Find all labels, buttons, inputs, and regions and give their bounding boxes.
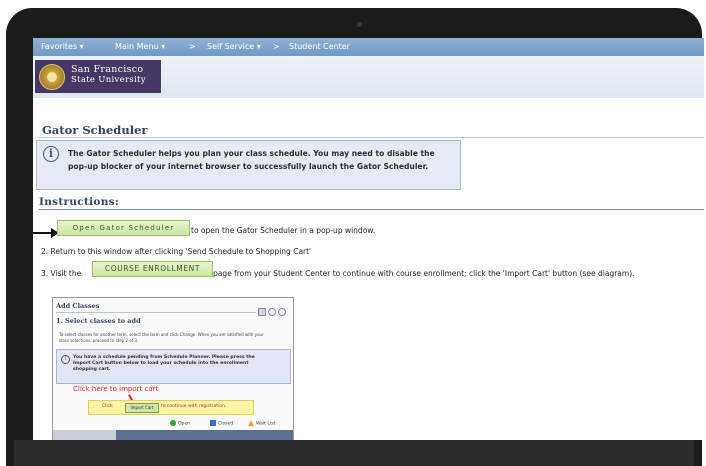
continue-label: to continue with registration.	[161, 404, 227, 409]
import-cart-callout: Click here to import cart	[73, 385, 159, 393]
legend-wait-list: Wait List	[248, 420, 275, 427]
step-3-icon	[278, 308, 286, 316]
course-enrollment-button[interactable]: COURSE ENROLLMENT	[92, 261, 213, 277]
self-service-menu[interactable]: Self Service ▾	[207, 42, 261, 51]
step-1-icon	[258, 308, 266, 316]
main-menu[interactable]: Main Menu ▾	[115, 42, 165, 51]
open-status-icon	[170, 420, 176, 426]
import-cart-bar: Click Import Cart to continue with regis…	[88, 400, 254, 415]
diagram-table-header-dark	[116, 430, 293, 440]
laptop-bottom-bezel	[14, 440, 694, 466]
logo-line-1: San Francisco	[71, 64, 144, 75]
open-gator-scheduler-button[interactable]: Open Gator Scheduler	[57, 220, 190, 236]
step3-text: page from your Student Center to continu…	[213, 269, 635, 278]
divider	[39, 137, 704, 138]
camera-dot	[357, 22, 362, 27]
top-navigation: Favorites ▾ Main Menu ▾ > Self Service ▾…	[33, 38, 704, 56]
step2-text: 2. Return to this window after clicking …	[41, 247, 312, 256]
info-icon: i	[61, 355, 70, 364]
wait-list-status-icon	[248, 420, 254, 426]
info-box: i The Gator Scheduler helps you plan you…	[36, 140, 461, 190]
screen: Favorites ▾ Main Menu ▾ > Self Service ▾…	[33, 38, 704, 440]
diagram-description: To select classes for another term, sele…	[59, 332, 264, 343]
logo-line-2: State University	[71, 75, 146, 85]
legend-open: Open	[170, 420, 190, 427]
step3-prefix: 3. Visit the	[41, 269, 82, 278]
university-seal-icon	[39, 64, 65, 90]
divider	[56, 312, 256, 313]
diagram-info-text: You have a schedule pending from Schedul…	[73, 355, 255, 372]
click-label: Click	[102, 404, 113, 409]
divider	[39, 209, 704, 210]
diagram-title: Add Classes	[56, 302, 100, 310]
info-message: The Gator Scheduler helps you plan your …	[68, 149, 435, 171]
student-center-link[interactable]: Student Center	[289, 42, 350, 51]
closed-status-icon	[210, 420, 216, 426]
diagram-info-box: i You have a schedule pending from Sched…	[56, 349, 291, 384]
step1-text: to open the Gator Scheduler in a pop-up …	[191, 226, 376, 235]
page-title: Gator Scheduler	[42, 123, 148, 137]
import-cart-button: Import Cart	[125, 403, 159, 413]
breadcrumb-separator: >	[189, 42, 196, 51]
step-2-icon	[268, 308, 276, 316]
instructions-heading: Instructions:	[39, 196, 120, 208]
diagram-step: 1. Select classes to add	[56, 317, 141, 325]
info-icon: i	[43, 146, 59, 162]
import-cart-diagram: Add Classes 1. Select classes to add To …	[52, 297, 294, 440]
breadcrumb-separator: >	[273, 42, 280, 51]
university-logo[interactable]: San Francisco State University	[35, 60, 161, 93]
favorites-menu[interactable]: Favorites ▾	[41, 42, 84, 51]
legend-closed: Closed	[210, 420, 233, 427]
